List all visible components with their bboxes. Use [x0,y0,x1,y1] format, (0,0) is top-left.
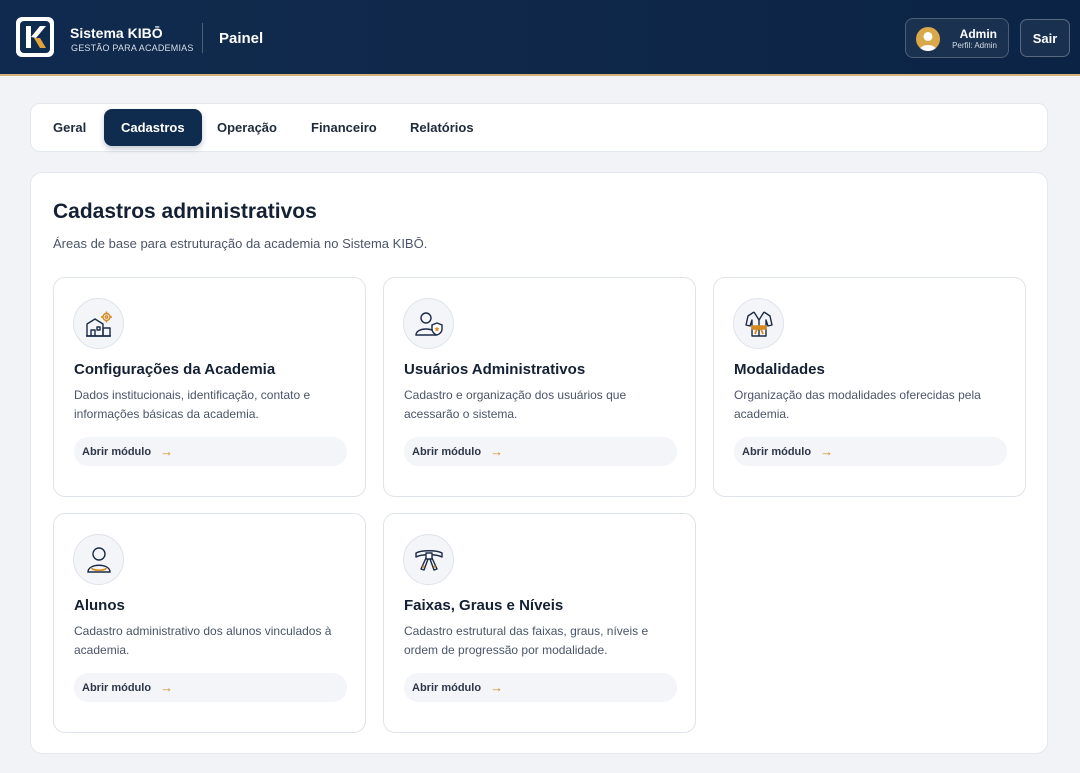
section-tabs: Geral Cadastros Operação Financeiro Rela… [30,103,1048,152]
arrow-right-icon: → [490,680,504,695]
arrow-right-icon: → [490,444,504,459]
card-title: Usuários Administrativos [404,361,586,378]
page-title: Painel [219,30,264,47]
main-panel: Cadastros administrativos Áreas de base … [30,172,1048,754]
card-description: Cadastro e organização dos usuários que … [404,388,627,421]
app-header: Sistema KIBŌ GESTÃO PARA ACADEMIAS Paine… [0,0,1080,76]
user-name: Admin [959,27,997,41]
open-module-label: Abrir módulo [412,681,482,694]
card-alunos[interactable]: Alunos Cadastro administrativo dos aluno… [53,513,366,733]
admin-user-icon [403,298,454,349]
card-faixas-graus-niveis[interactable]: Faixas, Graus e Níveis Cadastro estrutur… [383,513,696,733]
brand-tagline: GESTÃO PARA ACADEMIAS [71,43,194,53]
open-module-label: Abrir módulo [742,445,812,458]
section-subtitle: Áreas de base para estruturação da acade… [53,236,428,251]
open-module-button[interactable]: Abrir módulo → [74,673,347,702]
card-description: Dados institucionais, identificação, con… [74,388,311,421]
card-usuarios-administrativos[interactable]: Usuários Administrativos Cadastro e orga… [383,277,696,497]
section-title: Cadastros administrativos [53,200,317,223]
arrow-right-icon: → [820,444,834,459]
card-description: Organização das modalidades oferecidas p… [734,388,981,421]
avatar [916,27,940,51]
card-title: Alunos [74,597,125,614]
open-module-label: Abrir módulo [412,445,482,458]
arrow-right-icon: → [160,444,174,459]
belt-icon [403,534,454,585]
open-module-label: Abrir módulo [82,445,152,458]
open-module-button[interactable]: Abrir módulo → [734,437,1007,466]
open-module-label: Abrir módulo [82,681,152,694]
tab-operacao[interactable]: Operação [200,109,294,146]
kimono-icon [733,298,784,349]
user-role: Perfil: Admin [952,41,997,50]
arrow-right-icon: → [160,680,174,695]
open-module-button[interactable]: Abrir módulo → [404,437,677,466]
logout-button[interactable]: Sair [1020,19,1070,57]
open-module-button[interactable]: Abrir módulo → [404,673,677,702]
tab-cadastros[interactable]: Cadastros [104,109,202,146]
card-title: Configurações da Academia [74,361,276,378]
card-title: Modalidades [734,361,825,378]
tab-relatorios[interactable]: Relatórios [393,109,491,146]
tab-financeiro[interactable]: Financeiro [294,109,394,146]
kibo-logo[interactable] [16,17,54,57]
user-menu[interactable]: Admin Perfil: Admin [905,18,1009,58]
card-description: Cadastro estrutural das faixas, graus, n… [404,624,649,657]
open-module-button[interactable]: Abrir módulo → [74,437,347,466]
brand-name: Sistema KIBŌ [70,25,163,41]
student-icon [73,534,124,585]
card-configuracoes-academia[interactable]: Configurações da Academia Dados instituc… [53,277,366,497]
card-title: Faixas, Graus e Níveis [404,597,564,614]
academy-settings-icon [73,298,124,349]
card-description: Cadastro administrativo dos alunos vincu… [74,624,332,657]
header-divider [202,23,203,53]
tab-geral[interactable]: Geral [36,109,103,146]
card-modalidades[interactable]: Modalidades Organização das modalidades … [713,277,1026,497]
